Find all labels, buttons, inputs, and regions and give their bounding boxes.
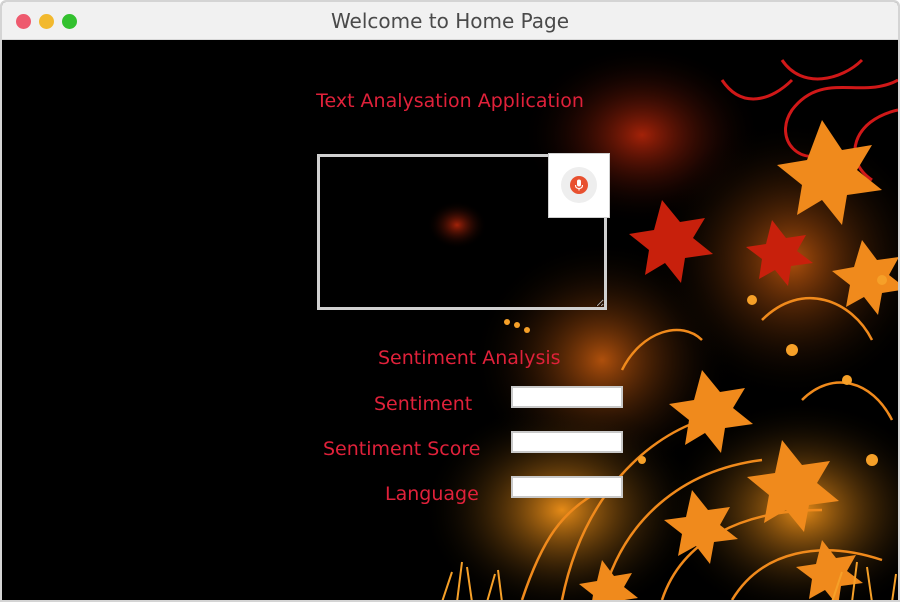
app-window: Welcome to Home Page Text Analysation Ap… [0, 0, 900, 602]
main-content: Text Analysation Application Sentiment A… [2, 40, 898, 600]
language-label: Language [385, 483, 479, 505]
language-field[interactable] [511, 476, 623, 498]
window-title: Welcome to Home Page [330, 9, 570, 33]
microphone-icon-ring [561, 167, 597, 203]
sentiment-field[interactable] [511, 386, 623, 408]
autumn-leaves-background-image [422, 45, 898, 600]
sentiment-label: Sentiment [374, 393, 473, 415]
title-bar: Welcome to Home Page [2, 2, 898, 40]
sentiment-score-label: Sentiment Score [323, 438, 481, 460]
section-title: Sentiment Analysis [378, 347, 561, 369]
microphone-icon [570, 176, 588, 194]
sentiment-score-field[interactable] [511, 431, 623, 453]
app-title: Text Analysation Application [316, 90, 584, 112]
microphone-button[interactable] [548, 153, 610, 218]
